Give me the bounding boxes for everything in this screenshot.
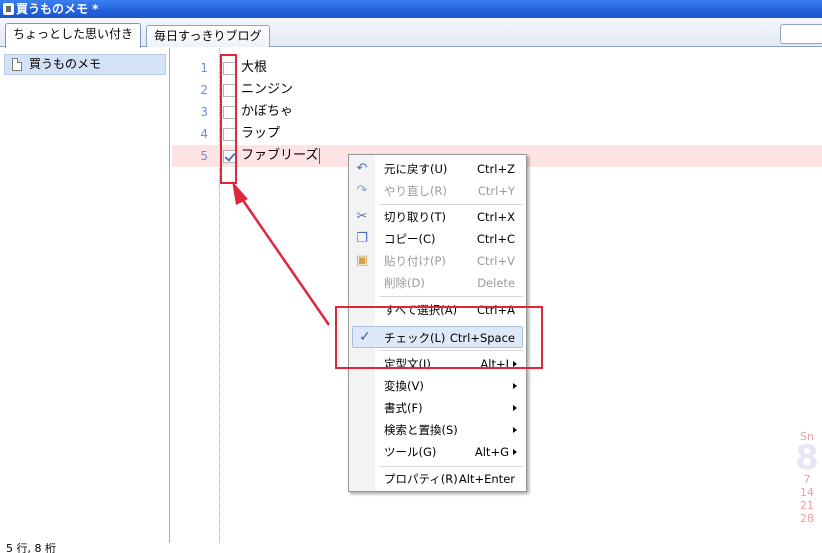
status-bar: 5 行, 8 桁 xyxy=(0,543,822,553)
cursor-position: 5 行, 8 桁 xyxy=(6,543,56,553)
annotation-arrow-icon xyxy=(232,181,331,326)
